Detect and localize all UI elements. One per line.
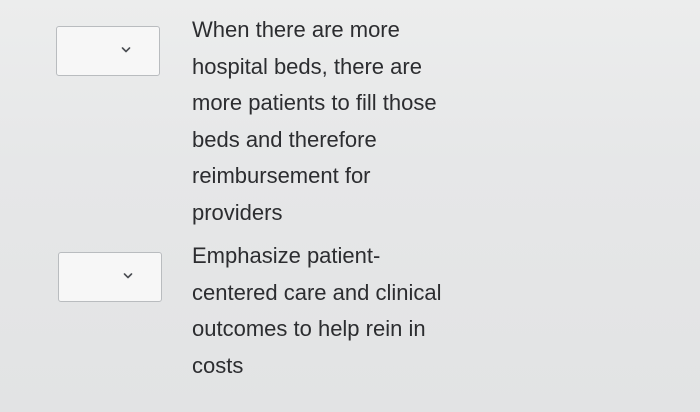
matching-item: When there are more hospital beds, there… xyxy=(0,0,700,236)
chevron-down-icon xyxy=(123,273,133,279)
answer-dropdown[interactable] xyxy=(56,26,160,76)
chevron-down-icon xyxy=(121,47,131,53)
statement-text: When there are more hospital beds, there… xyxy=(192,17,437,225)
statement-text: Emphasize patient- centered care and cli… xyxy=(192,243,442,378)
matching-item: Emphasize patient- centered care and cli… xyxy=(0,236,700,412)
matching-question: When there are more hospital beds, there… xyxy=(0,0,700,412)
answer-dropdown[interactable] xyxy=(58,252,162,302)
